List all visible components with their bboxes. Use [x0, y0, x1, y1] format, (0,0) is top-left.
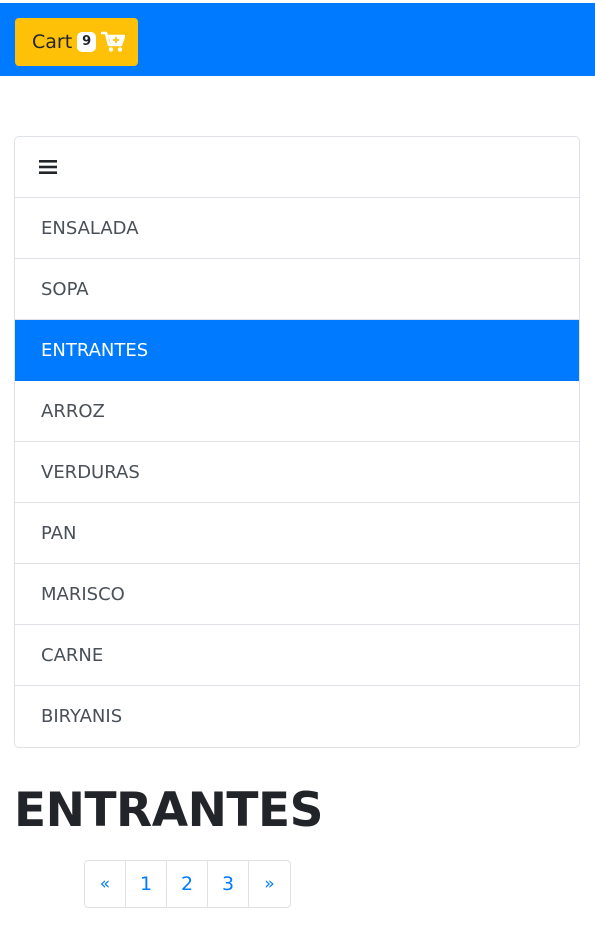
- menu-item-marisco[interactable]: MARISCO: [15, 564, 579, 625]
- pagination-page-1[interactable]: 1: [126, 861, 167, 907]
- top-navbar: Cart 9: [0, 3, 595, 76]
- menu-item-biryanis[interactable]: BIRYANIS: [15, 686, 579, 747]
- menu-item-carne[interactable]: CARNE: [15, 625, 579, 686]
- menu-item-verduras[interactable]: VERDURAS: [15, 442, 579, 503]
- cart-button[interactable]: Cart 9: [15, 18, 138, 66]
- menu-item-pan[interactable]: PAN: [15, 503, 579, 564]
- cart-count-badge: 9: [77, 32, 97, 52]
- pagination: « 1 2 3 »: [84, 860, 291, 908]
- hamburger-icon: [39, 159, 57, 175]
- menu-item-entrantes[interactable]: ENTRANTES: [15, 320, 579, 381]
- page-title: ENTRANTES: [14, 783, 323, 838]
- pagination-prev-button[interactable]: «: [85, 861, 126, 907]
- cart-label: Cart: [32, 31, 73, 53]
- menu-toggle-button[interactable]: [15, 137, 579, 198]
- pagination-page-2[interactable]: 2: [167, 861, 208, 907]
- menu-item-ensalada[interactable]: ENSALADA: [15, 198, 579, 259]
- menu-item-sopa[interactable]: SOPA: [15, 259, 579, 320]
- pagination-next-button[interactable]: »: [249, 861, 290, 907]
- category-menu: ENSALADA SOPA ENTRANTES ARROZ VERDURAS PAN MAR…: [14, 136, 580, 748]
- menu-item-arroz[interactable]: ARROZ: [15, 381, 579, 442]
- pagination-page-3[interactable]: 3: [208, 861, 249, 907]
- shopping-cart-plus-icon: [100, 31, 126, 53]
